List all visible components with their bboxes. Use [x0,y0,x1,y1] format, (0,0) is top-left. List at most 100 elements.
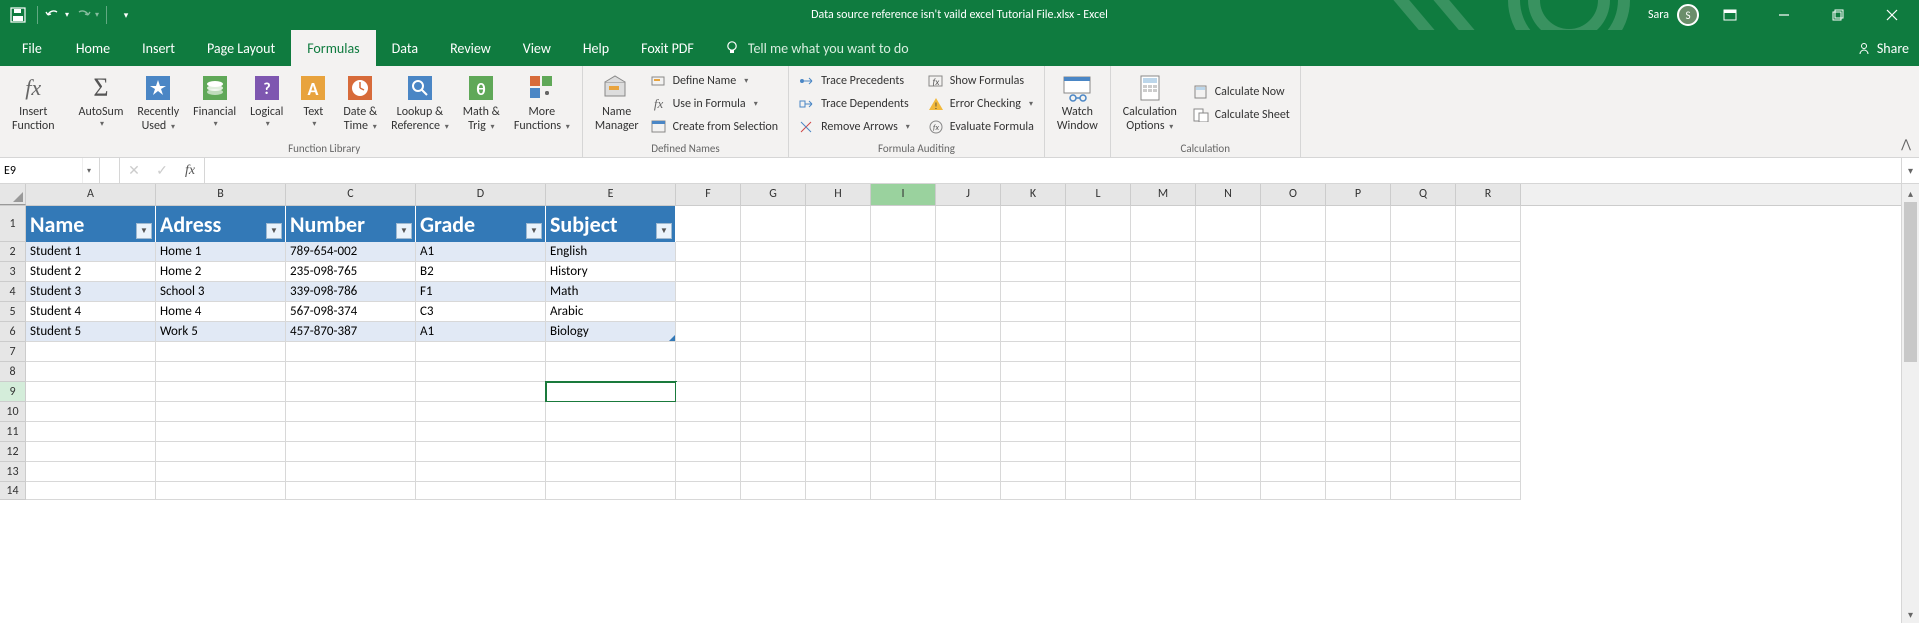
tab-page-layout[interactable]: Page Layout [191,30,291,66]
tab-review[interactable]: Review [434,30,507,66]
name-box[interactable]: E9 ▾ [0,158,100,183]
cell[interactable] [1001,342,1066,362]
cell[interactable] [741,322,806,342]
cell[interactable] [1066,422,1131,442]
column-header[interactable]: N [1196,184,1261,205]
cell[interactable] [26,482,156,500]
filter-dropdown-button[interactable]: ▼ [396,223,412,239]
cell[interactable] [936,482,1001,500]
cell[interactable]: School 3 [156,282,286,302]
cell[interactable] [806,342,871,362]
cell[interactable] [676,262,741,282]
filter-dropdown-button[interactable]: ▼ [526,223,542,239]
cell[interactable] [871,262,936,282]
cell[interactable] [1261,242,1326,262]
cell[interactable] [871,422,936,442]
name-manager-button[interactable]: NameManager [589,70,645,136]
cell[interactable] [1261,206,1326,242]
cell[interactable] [26,382,156,402]
cancel-formula-button[interactable]: ✕ [120,162,148,179]
cell[interactable]: Math [546,282,676,302]
cell[interactable]: B2 [416,262,546,282]
close-button[interactable] [1869,1,1915,29]
cell[interactable] [871,322,936,342]
cell[interactable] [936,262,1001,282]
cell[interactable] [806,262,871,282]
cell[interactable] [546,422,676,442]
cell[interactable] [1066,482,1131,500]
cell[interactable] [1261,482,1326,500]
cell[interactable] [156,422,286,442]
column-header[interactable]: Q [1391,184,1456,205]
cell[interactable] [1261,442,1326,462]
cell[interactable] [1001,402,1066,422]
cell[interactable] [1391,482,1456,500]
name-box-dropdown[interactable]: ▾ [82,158,95,183]
cell[interactable] [741,422,806,442]
cell[interactable]: Home 1 [156,242,286,262]
cell[interactable] [1066,402,1131,422]
cell[interactable] [1261,402,1326,422]
tab-help[interactable]: Help [567,30,625,66]
cell[interactable] [416,362,546,382]
cell[interactable] [1456,382,1521,402]
cell[interactable]: Number▼ [286,206,416,242]
cell[interactable] [286,482,416,500]
cell[interactable] [156,402,286,422]
user-avatar[interactable]: S [1677,4,1699,26]
cell[interactable] [1261,382,1326,402]
column-header[interactable]: L [1066,184,1131,205]
cell[interactable] [936,422,1001,442]
define-name-button[interactable]: Define Name ▾ [647,70,783,92]
cell[interactable] [1196,206,1261,242]
cell[interactable] [871,442,936,462]
calculation-options-button[interactable]: CalculationOptions ▾ [1117,70,1183,136]
row-header[interactable]: 10 [0,402,26,422]
cell[interactable] [1001,242,1066,262]
cell[interactable] [156,342,286,362]
cell[interactable] [1001,422,1066,442]
cell[interactable] [806,382,871,402]
cell[interactable] [546,382,676,402]
cell[interactable]: Student 1 [26,242,156,262]
cell[interactable] [1391,402,1456,422]
cell[interactable] [1326,302,1391,322]
cell[interactable] [1066,242,1131,262]
cell[interactable] [936,382,1001,402]
row-header[interactable]: 9 [0,382,26,402]
cell[interactable] [1196,422,1261,442]
cell[interactable] [741,482,806,500]
cell[interactable] [1456,442,1521,462]
cell[interactable] [741,262,806,282]
cell[interactable] [1196,482,1261,500]
cell[interactable]: History [546,262,676,282]
cell[interactable]: C3 [416,302,546,322]
cell[interactable] [676,282,741,302]
column-header[interactable]: A [26,184,156,205]
cell[interactable] [1131,242,1196,262]
save-button[interactable] [4,1,32,29]
cell[interactable] [741,302,806,322]
cell[interactable] [936,302,1001,322]
cell[interactable] [741,242,806,262]
ribbon-display-options-button[interactable] [1707,1,1753,29]
cell[interactable] [1131,282,1196,302]
cell[interactable] [806,362,871,382]
calculate-sheet-button[interactable]: Calculate Sheet [1189,104,1294,126]
filter-dropdown-button[interactable]: ▼ [266,223,282,239]
cell[interactable] [1456,322,1521,342]
tab-view[interactable]: View [507,30,567,66]
cell[interactable] [1326,282,1391,302]
cell[interactable] [546,482,676,500]
cell[interactable] [1196,322,1261,342]
cell[interactable] [26,442,156,462]
cell[interactable] [1391,262,1456,282]
tab-foxit-pdf[interactable]: Foxit PDF [625,30,710,66]
cell[interactable] [1391,362,1456,382]
cell[interactable] [286,362,416,382]
user-name[interactable]: Sara [1648,8,1669,22]
cell[interactable] [741,362,806,382]
cell[interactable] [1456,242,1521,262]
formula-input[interactable] [205,158,1901,183]
cell[interactable]: English [546,242,676,262]
